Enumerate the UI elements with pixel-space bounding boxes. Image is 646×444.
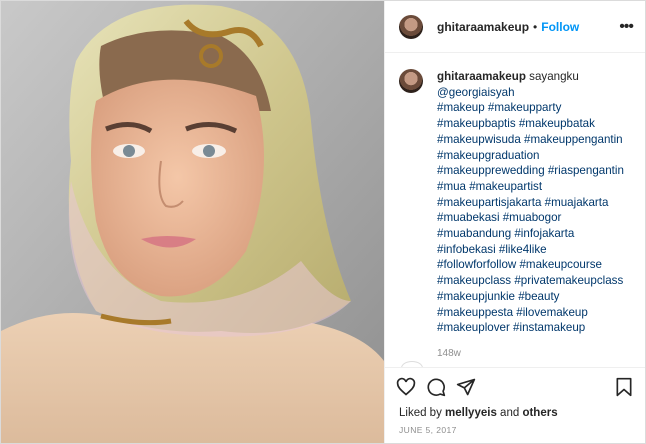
- caption-username[interactable]: ghitaraamakeup: [437, 70, 526, 83]
- likes-summary: Liked by mellyyeis and others: [385, 405, 645, 419]
- bookmark-icon[interactable]: [611, 374, 637, 400]
- hashtag-line[interactable]: #makeupprewedding #riaspengantin: [437, 163, 624, 179]
- caption-mention[interactable]: @georgiaisyah: [437, 85, 622, 101]
- hashtag-line[interactable]: #muabandung #infojakarta: [437, 226, 622, 242]
- liked-by-others[interactable]: others: [522, 407, 557, 419]
- caption-avatar[interactable]: [399, 69, 423, 93]
- hashtag-line[interactable]: #makeuplover #instamakeup: [437, 320, 622, 336]
- author-username[interactable]: ghitaraamakeup: [437, 20, 529, 34]
- action-bar: [385, 367, 645, 405]
- post-age[interactable]: 148w: [437, 348, 631, 359]
- liked-by-user[interactable]: mellyyeis: [445, 407, 497, 419]
- post-sidebar: ghitaraamakeup • Follow ••• ghitaraamake…: [384, 1, 645, 443]
- post-photo[interactable]: [1, 1, 384, 443]
- separator-dot: •: [533, 19, 538, 34]
- hashtag-line[interactable]: #followforfollow #makeupcourse: [437, 257, 622, 273]
- hashtag-line[interactable]: #makeupclass #privatemakeupclass: [437, 273, 623, 289]
- liked-by-and: and: [500, 407, 520, 419]
- caption: ghitaraamakeup sayangku @georgiaisyah #m…: [399, 69, 631, 336]
- heart-icon[interactable]: [393, 374, 419, 400]
- post-header: ghitaraamakeup • Follow •••: [385, 1, 645, 53]
- hashtag-line[interactable]: #makeupartisjakarta #muajakarta: [437, 195, 622, 211]
- hashtag-line[interactable]: #muabekasi #muabogor: [437, 210, 622, 226]
- hashtag-line[interactable]: #makeupbaptis #makeupbatak: [437, 116, 622, 132]
- hashtag-line[interactable]: #makeupgraduation: [437, 148, 622, 164]
- caption-body: sayangku: [529, 70, 579, 83]
- hashtag-line[interactable]: #makeuppesta #ilovemakeup: [437, 305, 622, 321]
- comments-section: ghitaraamakeup sayangku @georgiaisyah #m…: [385, 53, 645, 367]
- hashtag-line[interactable]: #mua #makeupartist: [437, 179, 622, 195]
- author-avatar[interactable]: [399, 14, 423, 39]
- more-icon[interactable]: •••: [619, 18, 634, 36]
- follow-button[interactable]: Follow: [541, 20, 579, 34]
- hashtag-line[interactable]: #makeup #makeupparty: [437, 100, 622, 116]
- portrait-image: [1, 1, 384, 443]
- hashtag-line[interactable]: #makeupwisuda #makeuppengantin: [437, 132, 623, 148]
- hashtag-line[interactable]: #infobekasi #like4like: [437, 242, 622, 258]
- post-date[interactable]: JUNE 5, 2017: [385, 419, 645, 443]
- share-icon[interactable]: [453, 374, 479, 400]
- next-comment-peek: [401, 361, 423, 367]
- hashtag-line[interactable]: #makeupjunkie #beauty: [437, 289, 622, 305]
- caption-text: ghitaraamakeup sayangku @georgiaisyah #m…: [437, 69, 624, 336]
- liked-by-prefix: Liked by: [399, 407, 442, 419]
- instagram-post: ghitaraamakeup • Follow ••• ghitaraamake…: [0, 0, 646, 444]
- comment-icon[interactable]: [423, 374, 449, 400]
